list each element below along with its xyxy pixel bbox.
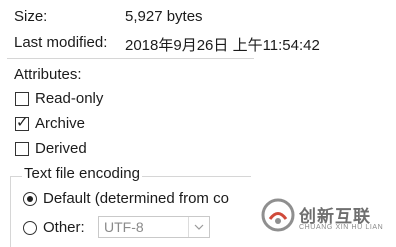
derived-checkbox[interactable] [15, 142, 29, 156]
chevron-down-icon[interactable] [188, 217, 209, 237]
size-label: Size: [14, 8, 48, 25]
other-encoding-label[interactable]: Other: [43, 219, 85, 236]
watermark-subtitle: CHUANG XIN HU LIAN [299, 224, 384, 231]
size-value: 5,927 bytes [125, 8, 203, 25]
attributes-heading: Attributes: [14, 66, 82, 83]
encoding-select[interactable]: UTF-8 [98, 216, 210, 238]
separator [7, 58, 254, 59]
default-encoding-label[interactable]: Default (determined from co [43, 190, 229, 207]
watermark: 创新互联 CHUANG XIN HU LIAN [255, 190, 396, 247]
last-modified-label: Last modified: [14, 34, 108, 51]
brand-logo-icon [261, 198, 295, 236]
read-only-checkbox[interactable] [15, 92, 29, 106]
encoding-group-title: Text file encoding [22, 165, 142, 182]
encoding-select-value: UTF-8 [104, 219, 144, 235]
archive-checkbox[interactable]: ✓ [15, 114, 29, 131]
checkmark-icon: ✓ [16, 114, 29, 131]
derived-label[interactable]: Derived [35, 140, 87, 157]
read-only-label[interactable]: Read-only [35, 90, 103, 107]
other-encoding-radio[interactable] [23, 221, 37, 235]
last-modified-value: 2018年9月26日 上午11:54:42 [125, 37, 320, 54]
radio-selected-dot [27, 196, 33, 202]
archive-label[interactable]: Archive [35, 115, 85, 132]
default-encoding-radio[interactable] [23, 192, 37, 206]
